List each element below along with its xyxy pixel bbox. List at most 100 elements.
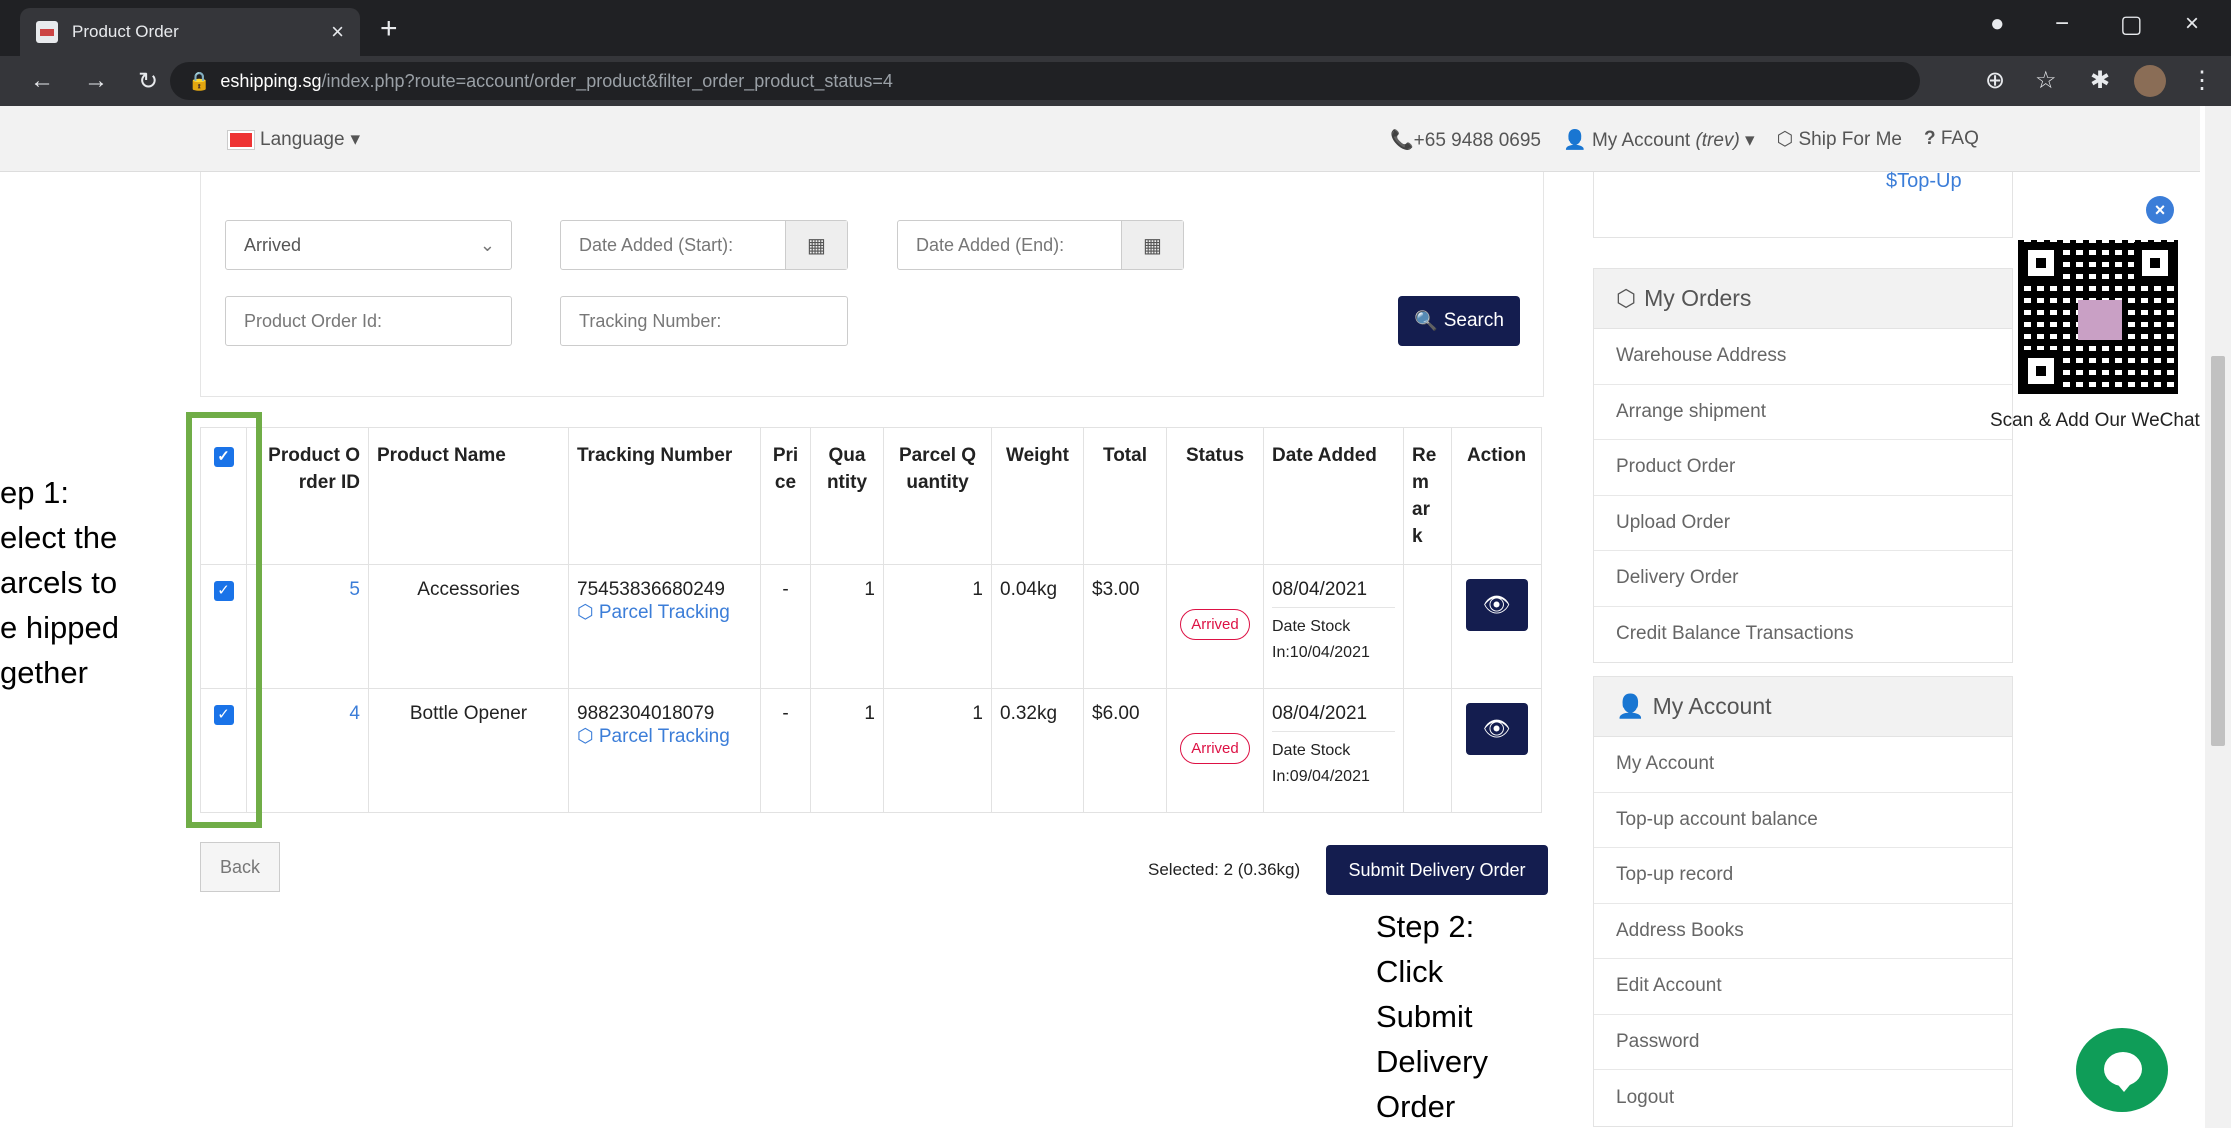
sidebar-item-topup-balance[interactable]: Top-up account balance <box>1594 793 2012 848</box>
faq-label: FAQ <box>1940 128 1979 149</box>
calendar-icon[interactable]: ▦ <box>785 221 847 269</box>
page-scrollbar[interactable] <box>2205 106 2231 1128</box>
qr-position-marker <box>2020 242 2062 284</box>
sidebar-item-topup-record[interactable]: Top-up record <box>1594 848 2012 904</box>
selected-summary: Selected: 2 (0.36kg) <box>1148 860 1301 879</box>
date-stock-in: Date Stock In:09/04/2021 <box>1272 742 1370 785</box>
bookmark-star-icon[interactable]: ☆ <box>2035 66 2057 95</box>
sidebar-item-my-account[interactable]: My Account <box>1594 737 2012 793</box>
date-end-field[interactable]: Date Added (End): ▦ <box>897 220 1184 270</box>
wechat-qr-code <box>2014 236 2182 398</box>
language-selector[interactable]: Language ▾ <box>227 128 360 151</box>
sidebar-item-credit-balance[interactable]: Credit Balance Transactions <box>1594 607 2012 663</box>
order-id-field[interactable]: Product Order Id: <box>225 296 512 346</box>
phone-link[interactable]: 📞+65 9488 0695 <box>1390 128 1541 152</box>
phone-icon: 📞 <box>1390 130 1414 151</box>
user-icon: 👤 <box>1563 130 1587 151</box>
order-id-link[interactable]: 5 <box>349 579 360 600</box>
profile-menu-icon[interactable]: ● <box>1990 10 2005 38</box>
phone-number: +65 9488 0695 <box>1413 130 1541 151</box>
ship-for-me-link[interactable]: ⬡ Ship For Me <box>1777 128 1902 152</box>
my-orders-title: My Orders <box>1644 285 1752 311</box>
url-host: eshipping.sg <box>220 70 322 91</box>
quantity-cell: 1 <box>810 688 884 813</box>
sidebar-item-warehouse-address[interactable]: Warehouse Address <box>1594 329 2012 385</box>
new-tab-icon[interactable]: + <box>380 12 398 46</box>
reload-icon[interactable]: ↻ <box>138 67 158 96</box>
tab-title: Product Order <box>72 22 179 41</box>
close-tab-icon[interactable]: × <box>331 19 344 45</box>
status-cell: Arrived <box>1166 688 1264 813</box>
checkbox-highlight-box <box>186 412 262 828</box>
parcel-icon: ⬡ <box>577 726 599 747</box>
sidebar-item-arrange-shipment[interactable]: Arrange shipment <box>1594 385 2012 440</box>
col-remark: Re m ar k <box>1403 427 1452 565</box>
search-label: Search <box>1443 310 1504 331</box>
remark-cell <box>1403 564 1452 689</box>
qr-position-marker <box>2020 350 2062 392</box>
col-product-order-id: Product O rder ID <box>246 427 369 565</box>
calendar-icon[interactable]: ▦ <box>1121 221 1183 269</box>
browser-menu-icon[interactable]: ⋮ <box>2190 66 2214 95</box>
minimize-icon[interactable]: − <box>2055 10 2069 38</box>
forward-arrow-icon[interactable]: → <box>84 67 108 95</box>
date-start-field[interactable]: Date Added (Start): ▦ <box>560 220 848 270</box>
parcel-tracking-link[interactable]: ⬡ Parcel Tracking <box>577 725 752 748</box>
col-price: Pri ce <box>760 427 811 565</box>
chat-widget-button[interactable] <box>2076 1028 2168 1112</box>
quantity-cell: 1 <box>810 564 884 689</box>
search-button[interactable]: 🔍 Search <box>1398 296 1520 346</box>
col-quantity: Qua ntity <box>810 427 884 565</box>
search-icon: 🔍 <box>1414 311 1438 332</box>
faq-link[interactable]: ? FAQ <box>1924 128 1979 152</box>
close-qr-icon[interactable]: × <box>2146 196 2174 224</box>
table-row: ✓ 4 Bottle Opener 9882304018079 ⬡ Parcel … <box>200 688 1542 813</box>
scrollbar-thumb[interactable] <box>2211 356 2225 746</box>
col-date-added: Date Added <box>1263 427 1404 565</box>
order-id-link[interactable]: 4 <box>349 703 360 724</box>
back-button[interactable]: Back <box>200 842 280 892</box>
my-account-menu[interactable]: 👤 My Account (trev) ▾ <box>1563 128 1755 152</box>
status-select[interactable]: Arrived ⌄ <box>225 220 512 270</box>
back-arrow-icon[interactable]: ← <box>30 67 54 95</box>
total-cell: $6.00 <box>1083 688 1167 813</box>
tracking-cell: 9882304018079 ⬡ Parcel Tracking <box>568 688 761 813</box>
chat-bubble-tail <box>2114 1080 2134 1092</box>
url-input[interactable]: 🔒 eshipping.sg /index.php?route=account/… <box>170 62 1920 100</box>
tracking-number: 75453836680249 <box>577 579 725 600</box>
parcel-tracking-link[interactable]: ⬡ Parcel Tracking <box>577 601 752 624</box>
weight-cell: 0.32kg <box>991 688 1084 813</box>
window-close-icon[interactable]: × <box>2185 10 2199 38</box>
my-orders-panel: ⬡ My Orders Warehouse Address Arrange shi… <box>1593 268 2013 663</box>
extensions-icon[interactable]: ✱ <box>2090 66 2110 95</box>
sidebar-item-delivery-order[interactable]: Delivery Order <box>1594 551 2012 607</box>
product-name-cell: Bottle Opener <box>368 688 569 813</box>
date-added: 08/04/2021 <box>1272 579 1395 608</box>
maximize-icon[interactable]: ▢ <box>2120 10 2143 39</box>
sidebar-item-product-order[interactable]: Product Order <box>1594 440 2012 496</box>
sidebar-item-password[interactable]: Password <box>1594 1015 2012 1070</box>
view-eye-button[interactable]: 👁 <box>1465 703 1528 755</box>
step2-annotation: Step 2: Click Submit Delivery Order <box>1376 909 1488 1124</box>
zoom-icon[interactable]: ⊕ <box>1985 66 2005 95</box>
browser-tab[interactable]: Product Order × <box>20 8 360 56</box>
sidebar-item-edit-account[interactable]: Edit Account <box>1594 959 2012 1015</box>
filter-panel <box>200 172 1544 397</box>
sidebar-item-upload-order[interactable]: Upload Order <box>1594 496 2012 551</box>
submit-delivery-order-button[interactable]: Submit Delivery Order <box>1326 845 1548 895</box>
browser-tab-strip: Product Order × + ● − ▢ × <box>0 0 2231 56</box>
profile-avatar[interactable] <box>2134 65 2166 97</box>
col-weight: Weight <box>991 427 1084 565</box>
sidebar-item-address-books[interactable]: Address Books <box>1594 904 2012 959</box>
my-account-label: My Account <box>1591 130 1691 151</box>
topup-link[interactable]: $Top-Up <box>1886 170 1962 193</box>
parcel-quantity-cell: 1 <box>883 688 992 813</box>
my-account-title: My Account <box>1652 693 1772 719</box>
tracking-number-field[interactable]: Tracking Number: <box>560 296 848 346</box>
col-tracking-number: Tracking Number <box>568 427 761 565</box>
date-added-cell: 08/04/2021 Date Stock In:10/04/2021 <box>1263 564 1404 689</box>
view-eye-button[interactable]: 👁 <box>1465 579 1528 631</box>
sidebar-item-logout[interactable]: Logout <box>1594 1070 2012 1126</box>
order-id-cell: 4 <box>246 688 369 813</box>
product-order-table: ✓ Product O rder ID Product Name Trackin… <box>200 427 1542 813</box>
